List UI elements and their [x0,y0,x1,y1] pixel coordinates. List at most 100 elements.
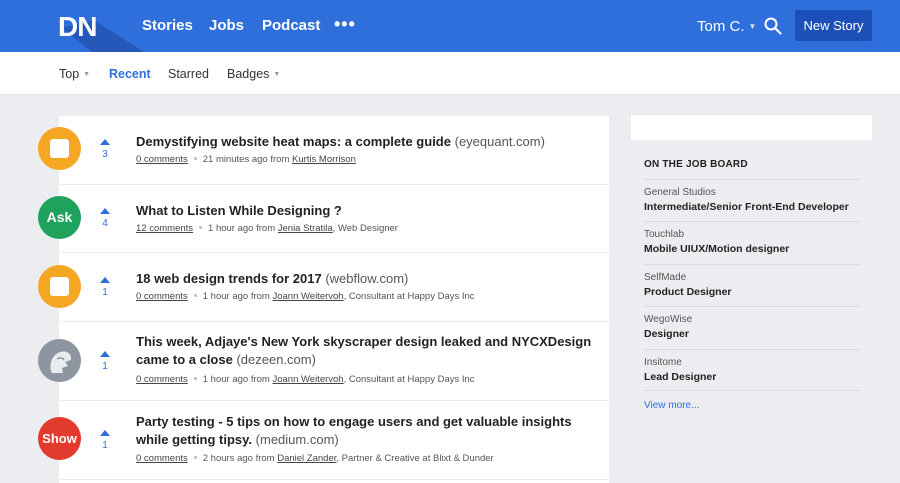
vote-count: 1 [102,361,108,372]
upvote-button[interactable]: 1 [96,351,114,372]
story-title-text[interactable]: What to Listen While Designing ? [136,203,342,218]
tab-label: Badges [227,67,270,81]
user-avatar-icon [38,339,81,382]
story-title[interactable]: 18 web design trends for 2017 (webflow.c… [136,270,596,288]
story-title-text[interactable]: This week, Adjaye's New York skyscraper … [136,334,591,367]
upvote-button[interactable]: 1 [96,430,114,451]
author-role: , Partner & Creative at Blixt & Dunder [336,453,494,464]
story-meta: 0 comments 21 minutes ago from Kurtis Mor… [136,154,356,165]
story-item: Ask 4 What to Listen While Designing ? 1… [38,185,609,253]
story-item: Show 1 Party testing - 5 tips on how to … [38,401,609,480]
show-badge: Show [38,417,81,460]
new-story-button[interactable]: New Story [795,10,872,41]
more-menu-icon[interactable]: ••• [334,14,356,35]
job-role[interactable]: Intermediate/Senior Front-End Developer [644,201,860,213]
job-company: SelfMade [644,272,687,283]
story-title[interactable]: Demystifying website heat maps: a comple… [136,133,596,151]
job-company: WegoWise [644,314,693,325]
story-title[interactable]: What to Listen While Designing ? [136,202,596,220]
nav-podcast[interactable]: Podcast [262,17,320,34]
comments-link[interactable]: 12 comments [136,223,193,234]
job-role[interactable]: Designer [644,328,860,340]
upvote-arrow-icon [100,351,110,357]
from-label: from [250,374,270,385]
comments-link[interactable]: 0 comments [136,374,188,385]
job-item[interactable]: General Studios Intermediate/Senior Front… [644,179,860,213]
story-domain: (dezeen.com) [236,352,316,367]
story-time: 1 hour ago [202,291,249,302]
job-company: General Studios [644,187,716,198]
job-company: Touchlab [644,229,685,240]
job-company: Insitome [644,357,682,368]
search-icon[interactable] [764,17,782,35]
job-board-sidebar: ON THE JOB BOARD General Studios Intermed… [631,140,872,483]
upvote-arrow-icon [100,430,110,436]
story-meta: 0 comments 1 hour ago from Joann Weitervo… [136,374,475,385]
from-label: from [256,223,276,234]
author-link[interactable]: Daniel Zander [277,453,336,464]
job-item[interactable]: WegoWise Designer [644,306,860,340]
job-item[interactable]: SelfMade Product Designer [644,264,860,298]
tab-starred[interactable]: Starred [168,67,209,81]
person-silhouette-icon [50,351,72,373]
vote-count: 4 [102,218,108,229]
story-meta: 0 comments 2 hours ago from Daniel Zander… [136,453,494,464]
user-name: Tom C. [697,18,745,35]
upvote-arrow-icon [100,277,110,283]
comments-link[interactable]: 0 comments [136,453,188,464]
story-title[interactable]: This week, Adjaye's New York skyscraper … [136,333,596,369]
tab-recent[interactable]: Recent [109,67,151,81]
logo-text: DN [58,11,97,42]
author-link[interactable]: Kurtis Morrison [292,154,356,165]
vote-count: 1 [102,287,108,298]
vote-count: 3 [102,149,108,160]
story-time: 2 hours ago [202,453,253,464]
job-role[interactable]: Mobile UIUX/Motion designer [644,243,860,255]
tab-top[interactable]: Top ▼ [59,67,90,81]
comments-link[interactable]: 0 comments [136,154,188,165]
story-feed: 3 Demystifying website heat maps: a comp… [38,116,609,483]
from-label: from [255,453,275,464]
view-more-link[interactable]: View more... [644,400,699,411]
ask-badge: Ask [38,196,81,239]
nav-stories[interactable]: Stories [142,17,193,34]
story-domain: (eyequant.com) [454,134,545,149]
job-role[interactable]: Product Designer [644,286,860,298]
chevron-down-icon: ▼ [83,71,91,78]
author-link[interactable]: Joann Weitervoh [272,291,343,302]
story-item: 3 Demystifying website heat maps: a comp… [38,116,609,185]
upvote-button[interactable]: 3 [96,139,114,160]
filter-tabs: Top ▼ Recent Starred Badges ▼ [0,52,900,95]
user-menu[interactable]: Tom C. ▼ [697,18,756,35]
story-domain: (medium.com) [255,432,339,447]
author-link[interactable]: Joann Weitervoh [272,374,343,385]
job-board-heading: ON THE JOB BOARD [644,159,748,170]
story-title-text[interactable]: Party testing - 5 tips on how to engage … [136,414,572,447]
job-role[interactable]: Lead Designer [644,371,860,383]
chevron-down-icon: ▼ [748,22,757,31]
upvote-button[interactable]: 1 [96,277,114,298]
yellow-square-icon [38,127,81,170]
comments-link[interactable]: 0 comments [136,291,188,302]
story-title-text[interactable]: 18 web design trends for 2017 [136,271,322,286]
tab-label: Top [59,67,80,81]
tab-badges[interactable]: Badges ▼ [227,67,280,81]
sidebar-top-card [631,115,872,140]
author-role: , Consultant at Happy Days Inc [343,291,475,302]
author-link[interactable]: Jenia Stratila [278,223,333,234]
story-item: 1 This week, Adjaye's New York skyscrape… [38,322,609,401]
story-title[interactable]: Party testing - 5 tips on how to engage … [136,413,596,449]
upvote-arrow-icon [100,139,110,145]
nav-jobs[interactable]: Jobs [209,17,244,34]
story-meta: 12 comments 1 hour ago from Jenia Stratil… [136,223,398,234]
from-label: from [250,291,270,302]
yellow-square-icon [38,265,81,308]
story-title-text[interactable]: Demystifying website heat maps: a comple… [136,134,451,149]
upvote-button[interactable]: 4 [96,208,114,229]
job-item[interactable]: Touchlab Mobile UIUX/Motion designer [644,221,860,255]
vote-count: 1 [102,440,108,451]
designer-news-logo[interactable]: DN [52,0,144,52]
story-item: 1 18 web design trends for 2017 (webflow… [38,253,609,322]
story-meta: 0 comments 1 hour ago from Joann Weitervo… [136,291,475,302]
job-item[interactable]: Insitome Lead Designer [644,349,860,391]
